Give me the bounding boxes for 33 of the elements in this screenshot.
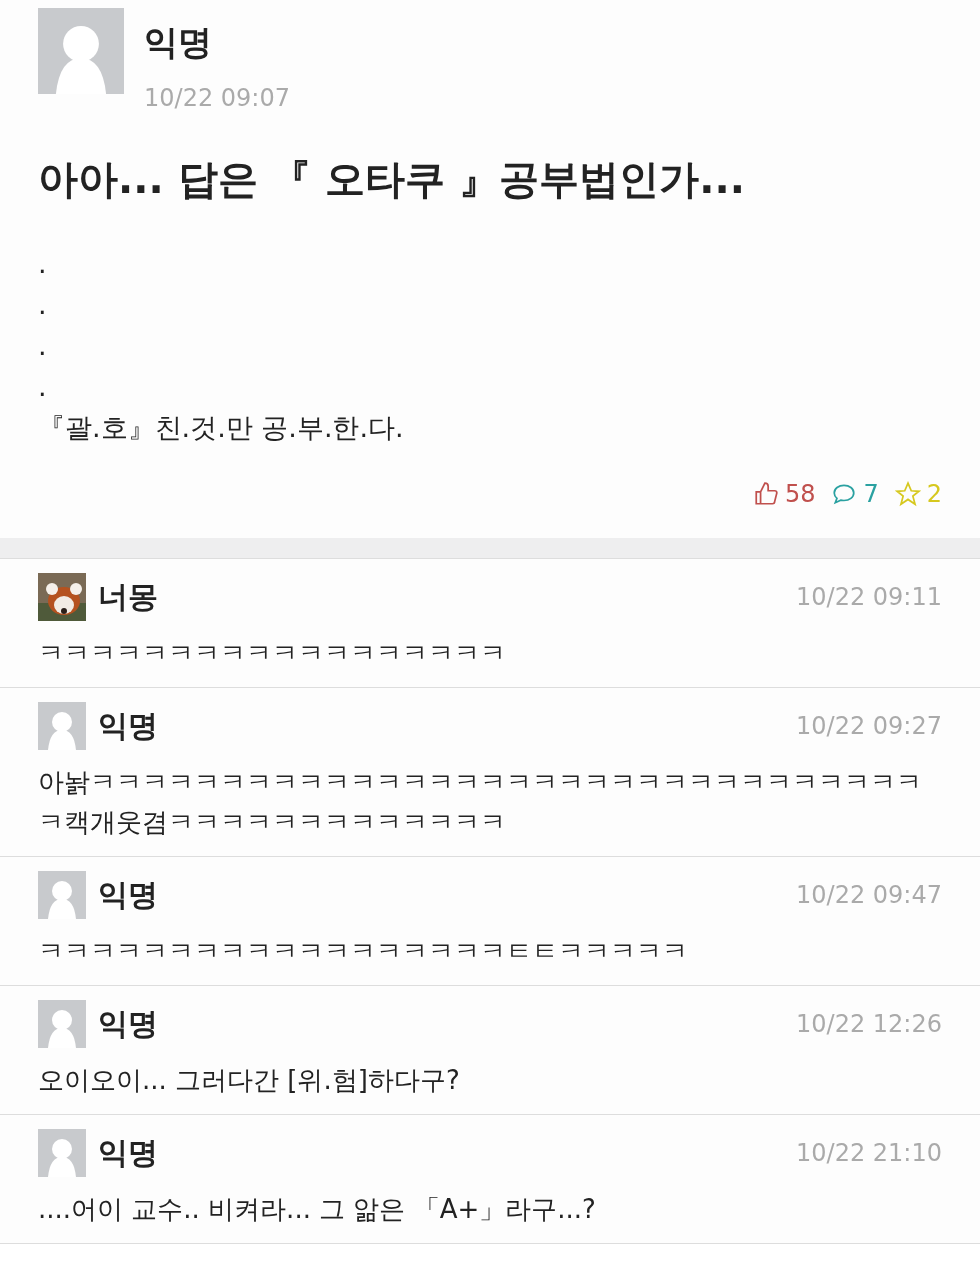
body-line: .: [38, 329, 48, 363]
comment-text: ㅋㅋㅋㅋㅋㅋㅋㅋㅋㅋㅋㅋㅋㅋㅋㅋㅋㅋㅌㅌㅋㅋㅋㅋㅋ: [38, 935, 689, 968]
author-name: 익명: [144, 21, 213, 64]
thumbs-up-icon: [752, 481, 779, 507]
commenter-name: 익명: [98, 875, 158, 914]
stat-count: 58: [784, 480, 816, 508]
comment-text: ....어이 교수.. 비켜라... 그 앎은 「A+」라구...?: [38, 1193, 597, 1226]
comment-time: 10/22 21:10: [796, 1139, 942, 1167]
avatar-icon: [38, 1000, 86, 1048]
commenter-name: 익명: [98, 1133, 158, 1172]
commenter-name: 너몽: [98, 577, 158, 616]
comment-time: 10/22 12:26: [796, 1010, 942, 1038]
post-title: 아아... 답은 『 오타쿠 』공부법인가...: [38, 155, 746, 204]
comment-text: 오이오이... 그러다간 [위.험]하다구?: [38, 1064, 461, 1097]
body-line: .: [38, 247, 48, 281]
avatar-icon: [38, 8, 124, 94]
avatar-icon: [38, 871, 86, 919]
commenter-name: 익명: [98, 706, 158, 745]
comment-text: ㅋㅋㅋㅋㅋㅋㅋㅋㅋㅋㅋㅋㅋㅋㅋㅋㅋㅋ: [38, 637, 507, 670]
comment-time: 10/22 09:27: [796, 712, 942, 740]
star-icon: [894, 481, 921, 507]
body-line: .: [38, 370, 48, 404]
avatar-icon: [38, 702, 86, 750]
commenter-name: 익명: [98, 1004, 158, 1043]
stat-count: 2: [926, 480, 942, 508]
comment-time: 10/22 09:11: [796, 583, 942, 611]
comment-text: 아놝ㅋㅋㅋㅋㅋㅋㅋㅋㅋㅋㅋㅋㅋㅋㅋㅋㅋㅋㅋㅋㅋㅋㅋㅋㅋㅋㅋㅋㅋㅋㅋㅋㅋ캑개웃겸ㅋㅋㅋㅋㅋㅋㅋㅋㅋㅋㅋㅋㅋ: [38, 766, 923, 839]
post-time: 10/22 09:07: [144, 84, 290, 112]
body-line: .: [38, 288, 48, 322]
stat-count: 7: [863, 480, 879, 508]
comment-time: 10/22 09:47: [796, 881, 942, 909]
body-line: 『괄.호』친.것.만 공.부.한.다.: [38, 411, 405, 445]
avatar-icon: [38, 1129, 86, 1177]
